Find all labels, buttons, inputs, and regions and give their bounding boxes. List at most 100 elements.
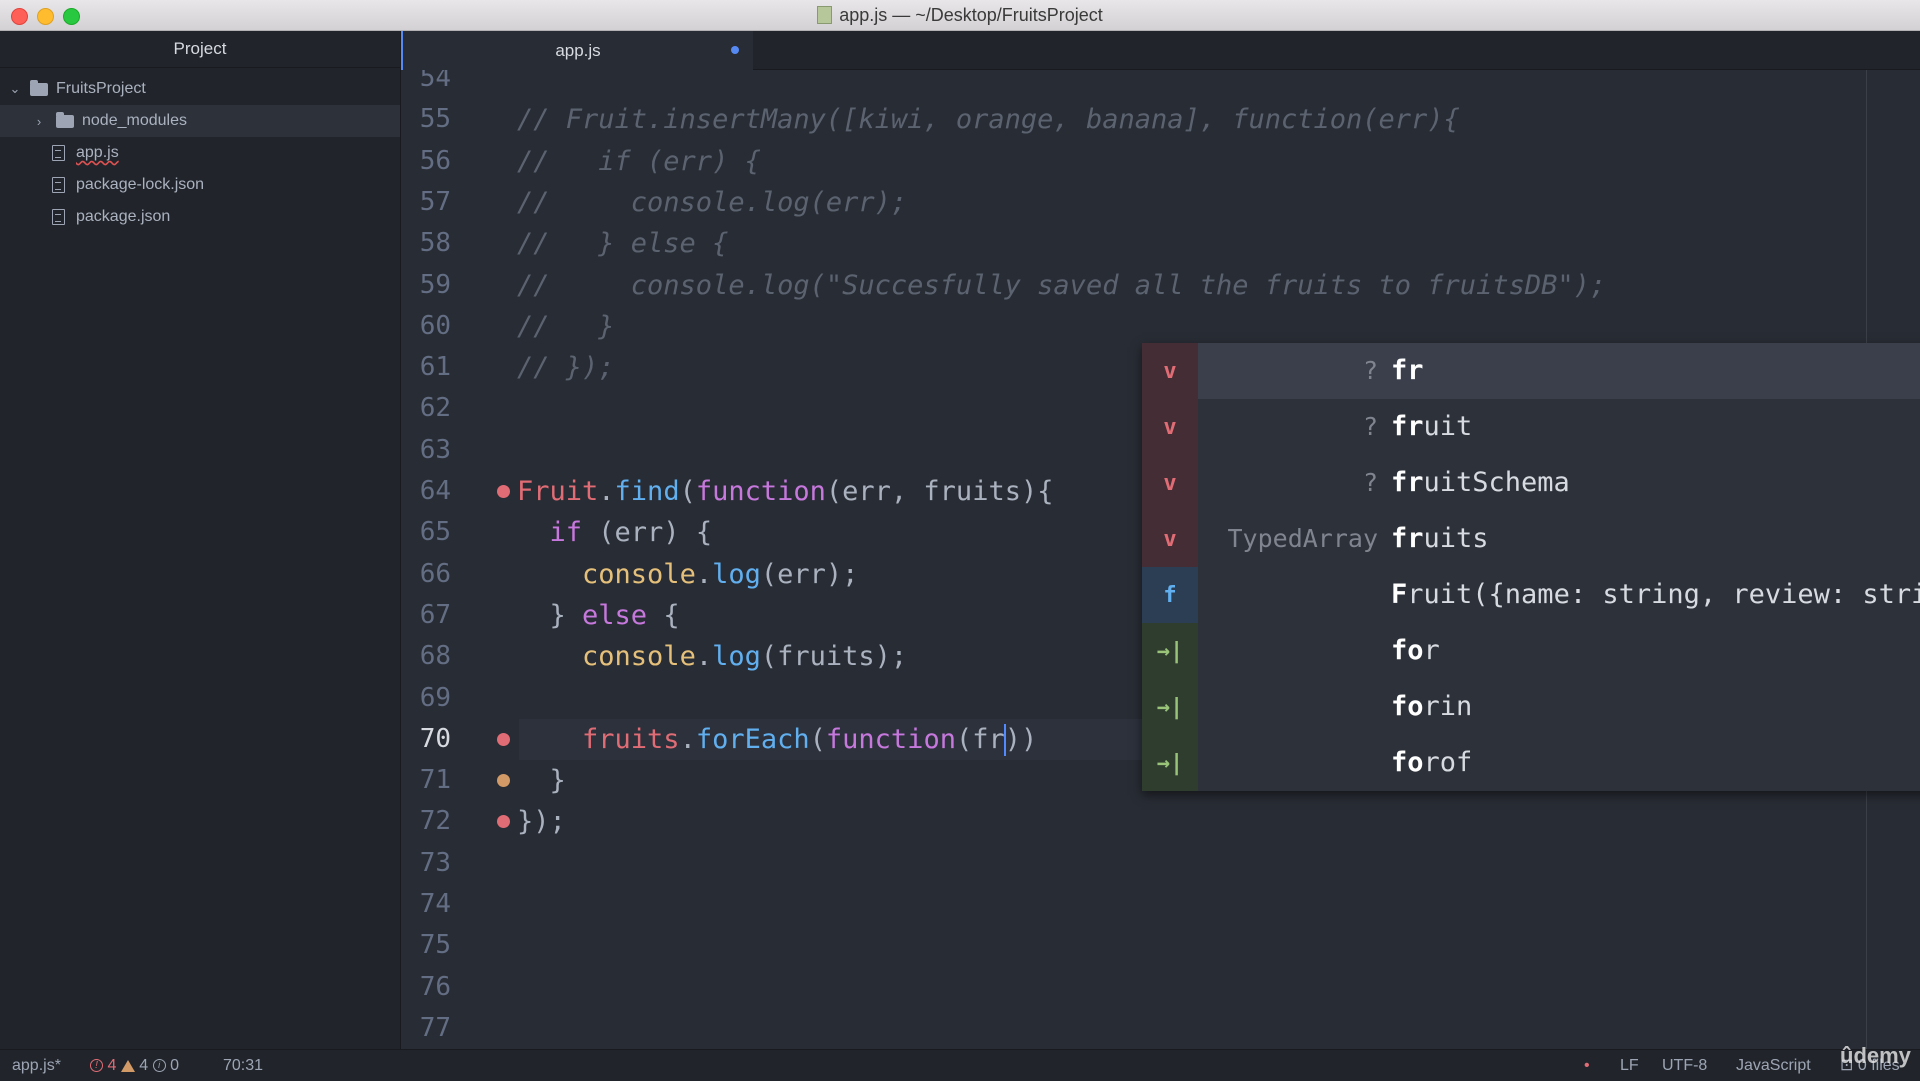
autocomplete-item[interactable]: v? fr bbox=[1142, 343, 1920, 399]
code-line[interactable]: }); bbox=[517, 801, 566, 842]
chevron-right-icon: › bbox=[36, 113, 42, 129]
code-line[interactable]: fruits.forEach(function(fr)) bbox=[517, 719, 1037, 760]
code-token: find bbox=[614, 476, 680, 507]
code-line[interactable]: // if (err) { bbox=[517, 141, 761, 182]
project-tree-panel: Project ⌄ FruitsProject › node_modules a… bbox=[0, 31, 401, 1049]
autocomplete-item[interactable]: v? fruit bbox=[1142, 399, 1920, 455]
error-count: 4 bbox=[107, 1057, 117, 1074]
autocomplete-left-label: ? bbox=[1362, 356, 1378, 385]
tab-label: app.js bbox=[555, 40, 601, 60]
file-icon bbox=[52, 145, 65, 161]
code-token: forEach bbox=[695, 723, 810, 755]
autocomplete-rest: uit bbox=[1423, 411, 1473, 442]
code-line[interactable]: // console.log("Succesfully saved all th… bbox=[517, 265, 1606, 306]
title-bar: app.js — ~/Desktop/FruitsProject bbox=[0, 0, 1920, 31]
line-number[interactable]: 56 bbox=[401, 141, 451, 182]
line-number[interactable]: 63 bbox=[401, 430, 451, 471]
code-line[interactable]: console.log(err); bbox=[517, 554, 858, 595]
line-number[interactable]: 70 bbox=[401, 719, 451, 760]
code-token: . bbox=[695, 558, 713, 590]
code-line[interactable]: // }); bbox=[517, 347, 615, 388]
line-number[interactable]: 55 bbox=[401, 99, 451, 140]
close-window-button[interactable] bbox=[11, 8, 28, 25]
tree-root-folder[interactable]: ⌄ FruitsProject bbox=[0, 73, 400, 105]
code-token: )) bbox=[1004, 723, 1038, 755]
code-line[interactable]: // } else { bbox=[517, 223, 728, 264]
code-line[interactable]: } else { bbox=[517, 595, 680, 636]
code-line[interactable]: } bbox=[517, 760, 566, 801]
autocomplete-item[interactable]: f Fruit({name: string, review: string, s… bbox=[1142, 567, 1920, 623]
code-token: } bbox=[517, 599, 583, 631]
autocomplete-item[interactable]: v? fruitSchema bbox=[1142, 455, 1920, 511]
tree-item-package-json[interactable]: package.json bbox=[0, 201, 400, 233]
variable-type-icon: v bbox=[1142, 455, 1198, 511]
line-number[interactable]: 60 bbox=[401, 306, 451, 347]
code-line[interactable]: // } bbox=[517, 306, 615, 347]
status-line-ending[interactable]: LF bbox=[1620, 1050, 1639, 1081]
line-number[interactable]: 58 bbox=[401, 223, 451, 264]
code-editor[interactable]: 54 55 // Fruit.insertMany([kiwi, orange, b… bbox=[401, 70, 1920, 1049]
line-number[interactable]: 59 bbox=[401, 265, 451, 306]
info-icon: i bbox=[152, 1059, 166, 1073]
status-encoding[interactable]: UTF-8 bbox=[1662, 1050, 1707, 1081]
code-token: // } else { bbox=[517, 228, 729, 260]
line-number[interactable]: 69 bbox=[401, 678, 451, 719]
tab-app-js[interactable]: app.js bbox=[401, 31, 753, 70]
autocomplete-item[interactable]: →|foroffor of bbox=[1142, 735, 1920, 791]
status-file-name[interactable]: app.js* bbox=[12, 1050, 61, 1081]
line-number[interactable]: 71 bbox=[401, 760, 451, 801]
autocomplete-match: fo bbox=[1391, 691, 1424, 722]
code-line[interactable]: // Fruit.insertMany([kiwi, orange, banan… bbox=[517, 99, 1460, 140]
status-cursor-position[interactable]: 70:31 bbox=[223, 1050, 263, 1081]
line-number[interactable]: 77 bbox=[401, 1008, 451, 1049]
tree-item-node-modules[interactable]: › node_modules bbox=[0, 105, 400, 137]
modified-dot-icon[interactable] bbox=[731, 46, 739, 54]
line-number[interactable]: 74 bbox=[401, 884, 451, 925]
line-number[interactable]: 64 bbox=[401, 471, 451, 512]
line-number[interactable]: 72 bbox=[401, 801, 451, 842]
window-title: app.js — ~/Desktop/FruitsProject bbox=[839, 4, 1103, 25]
tree-item-label: app.js bbox=[76, 144, 119, 161]
line-number[interactable]: 62 bbox=[401, 388, 451, 429]
autocomplete-text: fruitSchema bbox=[1391, 455, 1570, 511]
tree-item-app-js[interactable]: app.js bbox=[0, 137, 400, 169]
line-number[interactable]: 73 bbox=[401, 843, 451, 884]
code-line[interactable]: if (err) { bbox=[517, 512, 713, 553]
maximize-window-button[interactable] bbox=[63, 8, 80, 25]
autocomplete-match: fo bbox=[1391, 747, 1424, 778]
code-token: else bbox=[582, 599, 648, 631]
line-number[interactable]: 76 bbox=[401, 967, 451, 1008]
autocomplete-item[interactable]: →| forfor bbox=[1142, 623, 1920, 679]
status-diagnostics[interactable]: ! 4 4 i 0 bbox=[90, 1050, 179, 1081]
line-number[interactable]: 67 bbox=[401, 595, 451, 636]
code-token: console bbox=[582, 641, 696, 673]
variable-type-icon: v bbox=[1142, 399, 1198, 455]
status-grammar[interactable]: JavaScript bbox=[1736, 1050, 1811, 1081]
code-token: ( bbox=[679, 476, 696, 507]
line-number[interactable]: 75 bbox=[401, 925, 451, 966]
document-icon bbox=[817, 6, 833, 24]
autocomplete-text: Fruit({name: string, review: string, s… bbox=[1391, 567, 1920, 623]
autocomplete-match: fr bbox=[1391, 523, 1424, 554]
autocomplete-text: for bbox=[1391, 623, 1440, 679]
code-line[interactable]: // console.log(err); bbox=[517, 182, 907, 223]
folder-icon bbox=[30, 79, 48, 96]
line-number[interactable]: 61 bbox=[401, 347, 451, 388]
error-marker-icon bbox=[497, 815, 510, 829]
code-token: function bbox=[825, 723, 956, 755]
line-number[interactable]: 65 bbox=[401, 512, 451, 553]
autocomplete-item[interactable]: v TypedArray fruits bbox=[1142, 511, 1920, 567]
line-number[interactable]: 66 bbox=[401, 554, 451, 595]
autocomplete-item[interactable]: →|forinfor in bbox=[1142, 679, 1920, 735]
autocomplete-rest: uitSchema bbox=[1423, 467, 1570, 498]
code-line[interactable]: console.log(fruits); bbox=[517, 636, 907, 677]
line-number[interactable]: 68 bbox=[401, 636, 451, 677]
minimize-window-button[interactable] bbox=[37, 8, 54, 25]
tree-item-package-lock-json[interactable]: package-lock.json bbox=[0, 169, 400, 201]
tree-header[interactable]: Project bbox=[0, 31, 400, 68]
line-number[interactable]: 54 bbox=[401, 70, 451, 99]
line-number[interactable]: 57 bbox=[401, 182, 451, 223]
code-line[interactable]: Fruit.find(function(err, fruits){ bbox=[517, 471, 1053, 512]
code-token: if bbox=[549, 517, 583, 549]
